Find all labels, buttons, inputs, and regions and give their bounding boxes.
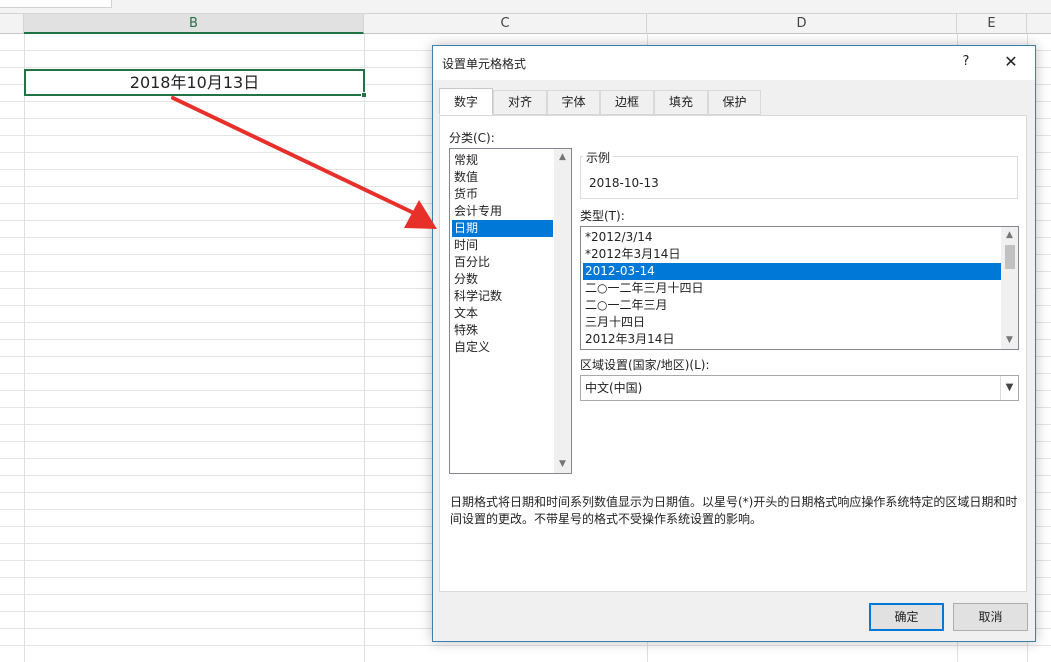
list-item[interactable]: 货币 xyxy=(452,186,553,203)
column-header-c[interactable]: C xyxy=(364,14,647,34)
tab-fill[interactable]: 填充 xyxy=(654,90,708,115)
dialog-titlebar[interactable]: 设置单元格格式 ? ✕ xyxy=(433,46,1035,80)
list-item[interactable]: 自定义 xyxy=(452,339,553,356)
column-header-e[interactable]: E xyxy=(957,14,1027,34)
tab-alignment[interactable]: 对齐 xyxy=(493,90,547,115)
list-item[interactable]: 二○一二年三月十四日 xyxy=(583,280,1001,297)
category-scrollbar[interactable]: ▲ ▼ xyxy=(554,149,571,473)
list-item[interactable]: 时间 xyxy=(452,237,553,254)
list-item[interactable]: 百分比 xyxy=(452,254,553,271)
scroll-thumb[interactable] xyxy=(1005,245,1015,269)
scroll-up-icon[interactable]: ▲ xyxy=(1001,227,1018,244)
list-item[interactable]: *2012年3月14日 xyxy=(583,246,1001,263)
list-item[interactable]: 三月十四日 xyxy=(583,314,1001,331)
list-item[interactable]: 常规 xyxy=(452,152,553,169)
help-button[interactable]: ? xyxy=(954,50,978,74)
format-cells-dialog: 设置单元格格式 ? ✕ 数字 对齐 字体 边框 填充 保护 分类(C): 常规 … xyxy=(432,45,1036,642)
tab-number[interactable]: 数字 xyxy=(439,88,493,115)
name-box[interactable] xyxy=(0,0,112,8)
ok-button[interactable]: 确定 xyxy=(869,603,944,631)
locale-select[interactable]: 中文(中国) ▼ xyxy=(580,375,1019,401)
corner-header[interactable] xyxy=(0,14,24,34)
selected-cell-b3[interactable]: 2018年10月13日 xyxy=(24,69,365,96)
column-header-b[interactable]: B xyxy=(24,14,364,34)
column-header-d[interactable]: D xyxy=(647,14,957,34)
list-item[interactable]: 会计专用 xyxy=(452,203,553,220)
list-item[interactable]: 分数 xyxy=(452,271,553,288)
grid-line xyxy=(24,34,25,662)
list-item[interactable]: 2012-03-14 xyxy=(583,263,1001,280)
type-label: 类型(T): xyxy=(580,209,625,223)
dialog-title: 设置单元格格式 xyxy=(442,57,527,71)
category-label: 分类(C): xyxy=(449,131,495,145)
formula-bar-strip xyxy=(0,0,1051,14)
type-listbox[interactable]: *2012/3/14 *2012年3月14日 2012-03-14 二○一二年三… xyxy=(580,226,1019,350)
list-item[interactable]: 文本 xyxy=(452,305,553,322)
column-header-f[interactable] xyxy=(1027,14,1051,34)
grid-line xyxy=(364,34,365,662)
type-scrollbar[interactable]: ▲ ▼ xyxy=(1001,227,1018,349)
list-item[interactable]: 科学记数 xyxy=(452,288,553,305)
locale-value: 中文(中国) xyxy=(585,381,643,395)
fill-handle[interactable] xyxy=(361,92,367,98)
number-tab-panel: 分类(C): 常规 数值 货币 会计专用 日期 时间 百分比 分数 科学记数 文… xyxy=(439,115,1027,592)
list-item[interactable]: 2012年3月14日 xyxy=(583,331,1001,348)
category-listbox[interactable]: 常规 数值 货币 会计专用 日期 时间 百分比 分数 科学记数 文本 特殊 自定… xyxy=(449,148,572,474)
locale-label: 区域设置(国家/地区)(L): xyxy=(580,358,710,372)
list-item[interactable]: 数值 xyxy=(452,169,553,186)
chevron-down-icon[interactable]: ▼ xyxy=(1000,376,1018,400)
scroll-up-icon[interactable]: ▲ xyxy=(554,149,571,166)
tab-protection[interactable]: 保护 xyxy=(708,90,761,115)
cancel-button[interactable]: 取消 xyxy=(953,603,1028,631)
list-item[interactable]: *2012/3/14 xyxy=(583,229,1001,246)
sample-value: 2018-10-13 xyxy=(589,176,659,190)
sample-label: 示例 xyxy=(583,149,614,166)
close-icon[interactable]: ✕ xyxy=(998,50,1024,74)
list-item[interactable]: 二○一二年三月 xyxy=(583,297,1001,314)
tab-font[interactable]: 字体 xyxy=(547,90,600,115)
list-item[interactable]: 日期 xyxy=(452,220,553,237)
list-item[interactable]: 特殊 xyxy=(452,322,553,339)
tab-border[interactable]: 边框 xyxy=(600,90,654,115)
scroll-down-icon[interactable]: ▼ xyxy=(554,456,571,473)
scroll-down-icon[interactable]: ▼ xyxy=(1001,332,1018,349)
format-description: 日期格式将日期和时间系列数值显示为日期值。以星号(*)开头的日期格式响应操作系统… xyxy=(450,495,1018,526)
